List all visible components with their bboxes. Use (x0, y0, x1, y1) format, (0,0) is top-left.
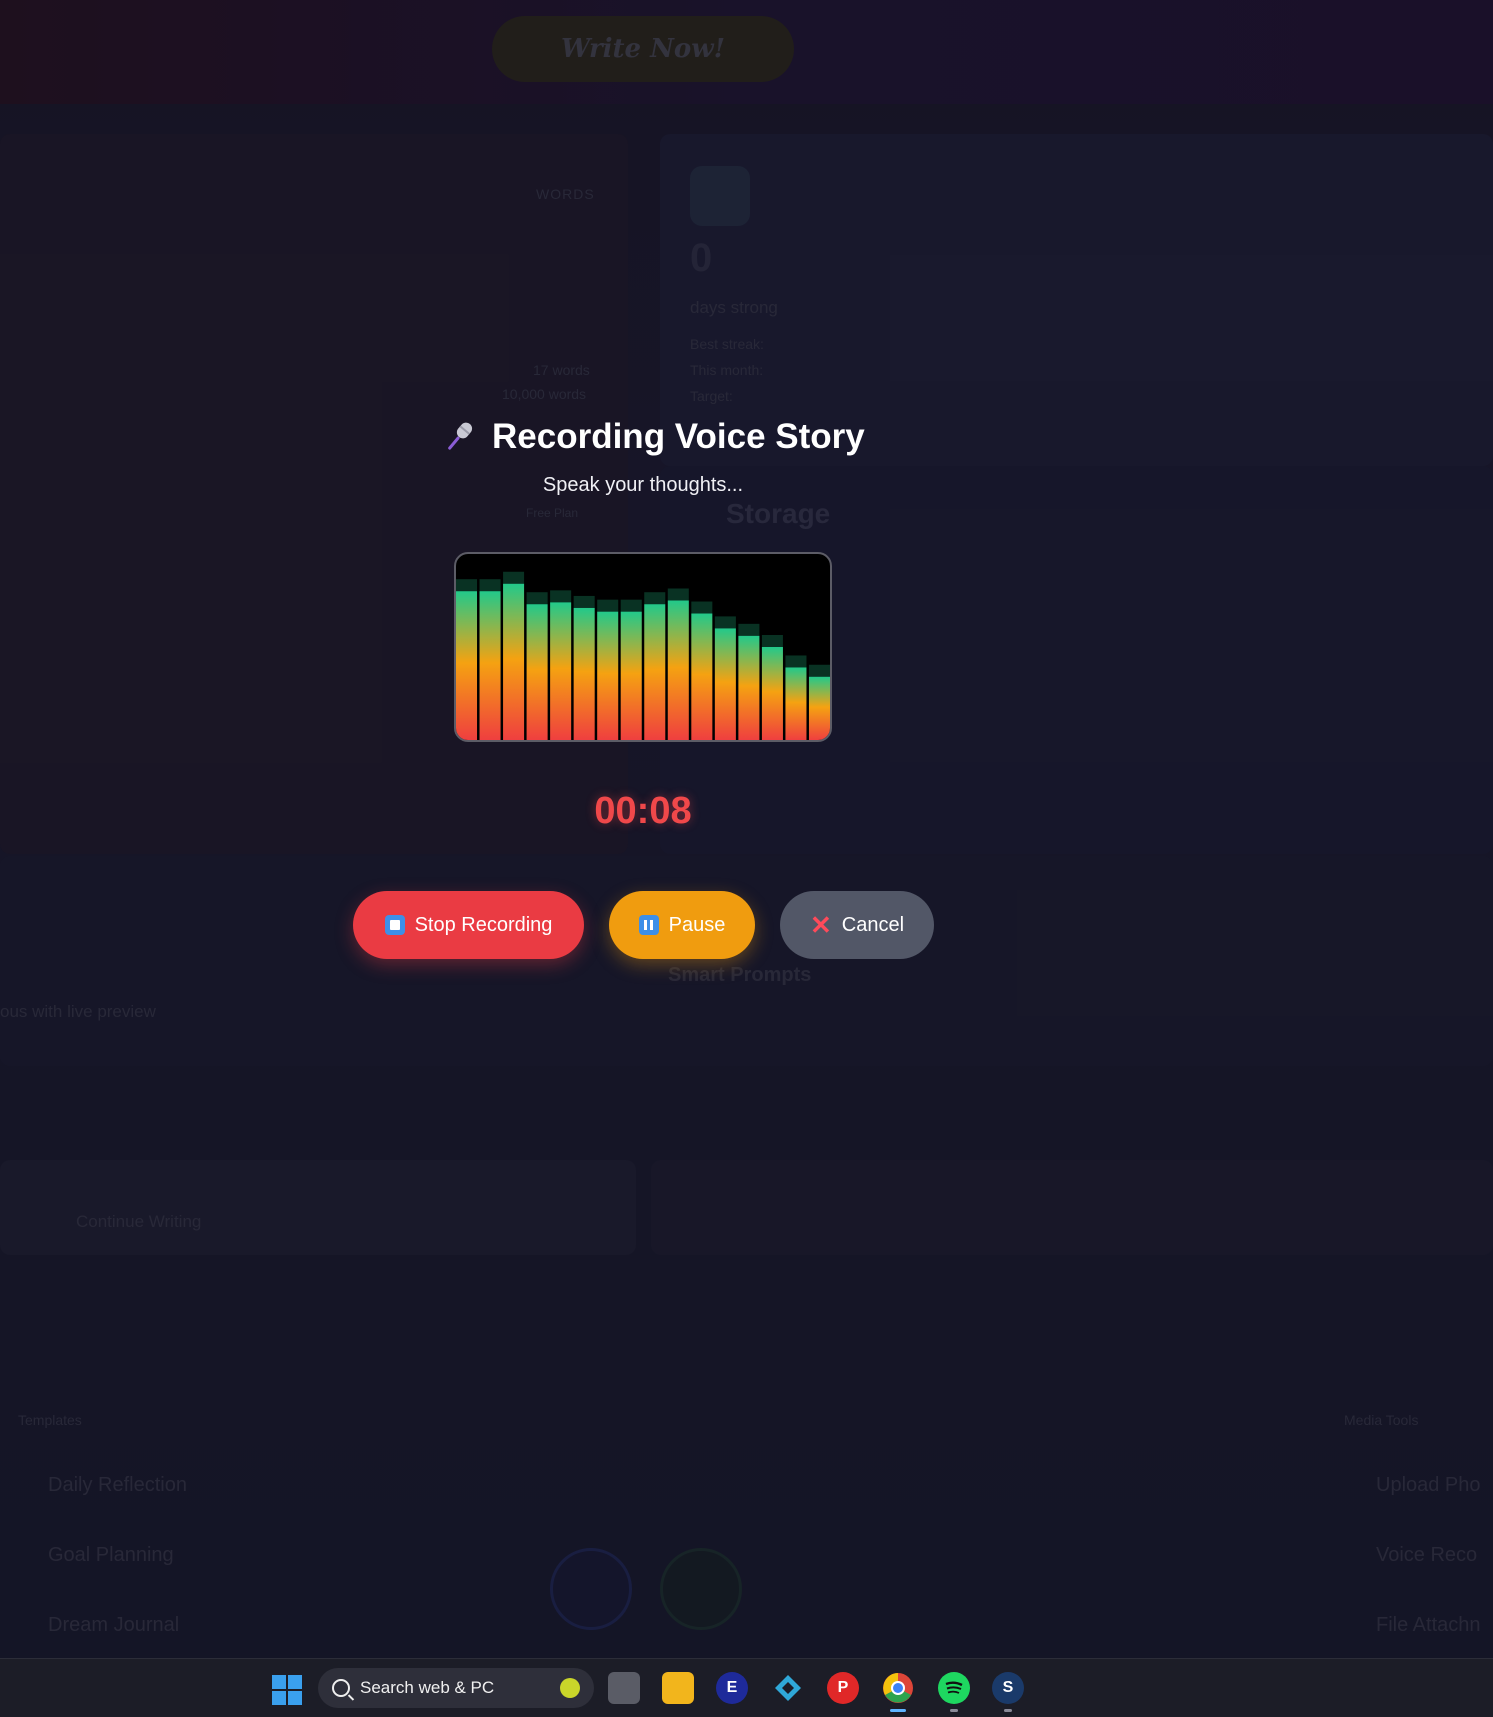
visualizer-bar-glow (503, 571, 525, 584)
cancel-label: Cancel (841, 913, 905, 936)
everything-icon[interactable]: E (716, 1672, 748, 1704)
visualizer-bar (714, 628, 736, 740)
recording-modal: Recording Voice Story Speak your thought… (0, 0, 1493, 1658)
close-icon: ✕ (809, 910, 832, 940)
windows-taskbar: Search web & PC E P S (0, 1658, 1493, 1717)
tennis-ball-icon (560, 1678, 580, 1698)
visualizer-bar-glow (761, 635, 783, 647)
steam-icon[interactable]: S (992, 1672, 1024, 1704)
visualizer-bar-glow (785, 655, 807, 668)
visualizer-bar (738, 635, 760, 740)
pause-label: Pause (668, 913, 726, 936)
visualizer-bar (620, 611, 642, 740)
visualizer-bar-glow (808, 664, 830, 677)
visualizer-bar (785, 667, 807, 740)
visualizer-bar-glow (620, 599, 642, 612)
visualizer-bar-glow (550, 590, 572, 603)
taskbar-search[interactable]: Search web & PC (318, 1668, 594, 1708)
visualizer-bar (667, 600, 689, 740)
visualizer-bar (503, 583, 525, 740)
visualizer-bar (573, 607, 595, 740)
cancel-button[interactable]: ✕ Cancel (780, 891, 934, 959)
chrome-icon[interactable] (882, 1672, 914, 1704)
visualizer-bar (597, 611, 619, 740)
start-icon[interactable] (272, 1675, 302, 1705)
visualizer-bar (644, 604, 666, 740)
kodi-icon[interactable] (772, 1672, 804, 1704)
spotify-icon[interactable] (938, 1672, 970, 1704)
visualizer-bar-glow (573, 595, 595, 608)
search-icon (332, 1679, 350, 1697)
stop-recording-button[interactable]: Stop Recording (353, 891, 584, 959)
visualizer-bar-glow (597, 599, 619, 612)
stop-icon (384, 915, 405, 935)
visualizer-bar (526, 604, 548, 740)
search-placeholder: Search web & PC (360, 1678, 495, 1697)
visualizer-bar-glow (644, 592, 666, 605)
stop-recording-label: Stop Recording (414, 913, 553, 936)
file-explorer-icon[interactable] (662, 1672, 694, 1704)
visualizer-bar (761, 647, 783, 740)
visualizer-bars (456, 571, 830, 740)
visualizer-bar-glow (667, 588, 689, 601)
visualizer-bar (456, 591, 478, 740)
pinterest-icon[interactable]: P (827, 1672, 859, 1704)
visualizer-bar-glow (714, 616, 736, 629)
running-indicator (1004, 1709, 1012, 1712)
visualizer-bar (691, 613, 713, 740)
pause-icon (638, 915, 659, 935)
visualizer-bar (479, 591, 501, 740)
audio-visualizer (454, 552, 832, 742)
modal-title-row: Recording Voice Story (440, 412, 865, 462)
active-indicator (890, 1709, 906, 1712)
modal-subtitle: Speak your thoughts... (542, 474, 744, 496)
visualizer-bar (808, 676, 830, 740)
visualizer-bar-glow (479, 579, 501, 592)
running-indicator (950, 1709, 958, 1712)
visualizer-bar (550, 602, 572, 740)
visualizer-bar-glow (456, 579, 478, 592)
recording-timer: 00:08 (594, 790, 692, 832)
modal-title: Recording Voice Story (492, 417, 865, 456)
microphone-icon (448, 422, 473, 450)
visualizer-bar-glow (526, 592, 548, 605)
task-view-icon[interactable] (608, 1672, 640, 1704)
visualizer-bar-glow (738, 623, 760, 636)
visualizer-bar-glow (691, 601, 713, 614)
pause-button[interactable]: Pause (609, 891, 755, 959)
